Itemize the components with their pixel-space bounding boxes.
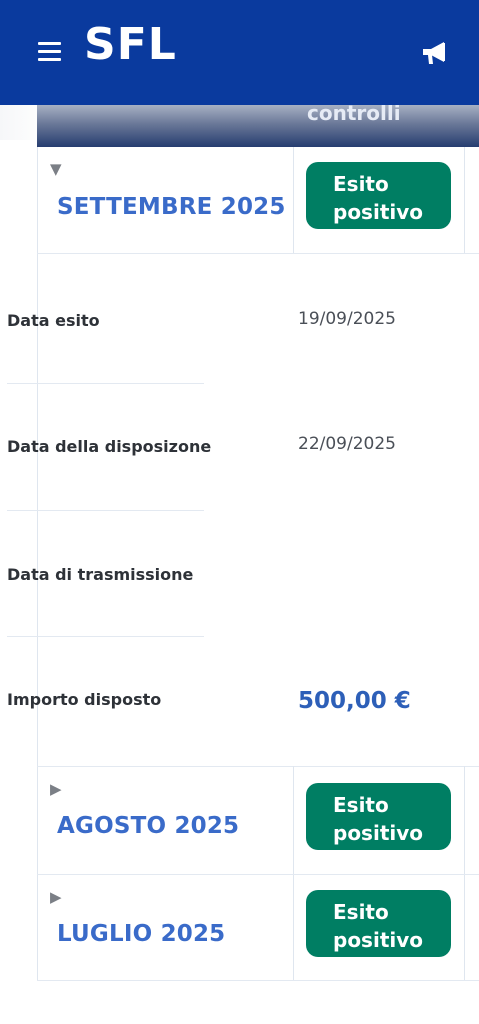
megaphone-icon[interactable]: [420, 40, 450, 66]
detail-label-data-esito: Data esito: [7, 311, 100, 330]
detail-value-data-disposizione: 22/09/2025: [298, 434, 396, 454]
detail-label-importo: Importo disposto: [7, 690, 162, 709]
table-border-left: [37, 147, 38, 981]
detail-value-data-esito: 19/09/2025: [298, 309, 396, 329]
table-border-mid: [293, 147, 294, 254]
app-header: SFL: [0, 0, 479, 105]
status-badge[interactable]: Esito positivo: [306, 162, 451, 229]
brand-logo: SFL: [84, 19, 177, 70]
status-badge[interactable]: Esito positivo: [306, 783, 451, 850]
scroll-shadow: [0, 105, 37, 140]
detail-divider: [7, 383, 204, 384]
detail-divider: [7, 510, 204, 511]
table-border-right: [464, 147, 465, 254]
month-label[interactable]: SETTEMBRE 2025: [57, 194, 286, 220]
collapsed-arrow-icon[interactable]: ▶: [50, 888, 62, 906]
detail-value-importo: 500,00 €: [298, 688, 411, 714]
row-divider: [37, 766, 479, 767]
row-divider: [37, 874, 479, 875]
month-label[interactable]: LUGLIO 2025: [57, 921, 225, 947]
table-header: controlli: [37, 101, 479, 147]
collapsed-arrow-icon[interactable]: ▶: [50, 780, 62, 798]
table-bottom-border: [37, 980, 479, 981]
status-badge[interactable]: Esito positivo: [306, 890, 451, 957]
detail-divider: [7, 636, 204, 637]
detail-label-data-trasmissione: Data di trasmissione: [7, 565, 194, 584]
row-divider: [37, 253, 479, 254]
month-label[interactable]: AGOSTO 2025: [57, 813, 239, 839]
hamburger-menu-icon[interactable]: [38, 42, 61, 62]
expanded-arrow-icon[interactable]: ▼: [50, 160, 62, 178]
detail-label-data-disposizione: Data della disposizone: [7, 437, 212, 456]
